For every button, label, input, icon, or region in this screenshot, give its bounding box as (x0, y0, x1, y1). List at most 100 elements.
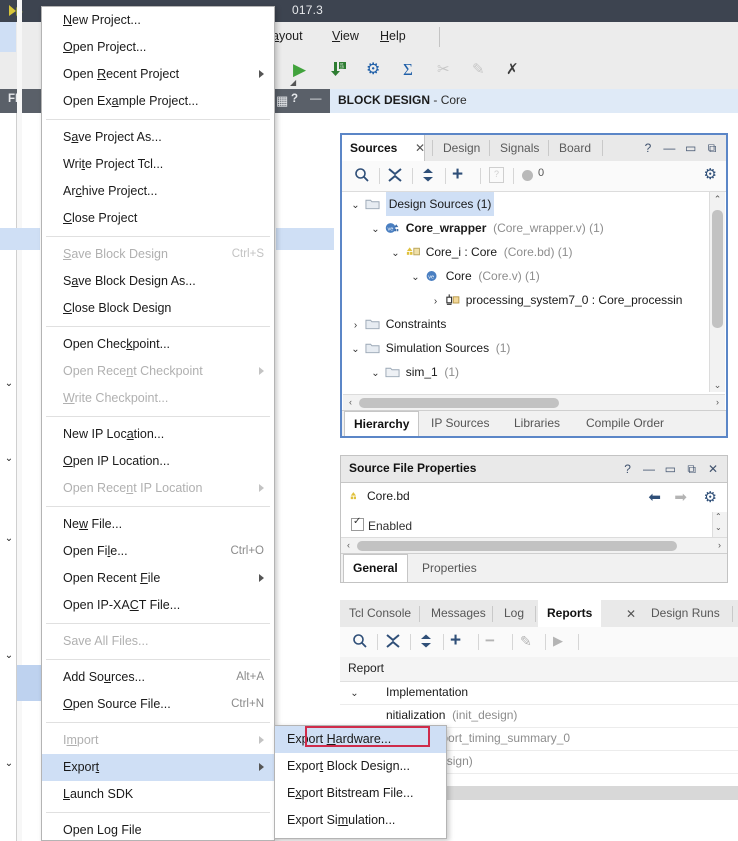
chevron-down-icon[interactable]: ⌄ (348, 682, 361, 705)
tree-row-core-i[interactable]: ⌄ Core_i : Core (Core.bd) (1) (343, 240, 709, 264)
menu-item-open-recent-project[interactable]: Open Recent Project (42, 61, 274, 88)
report-row-implementation[interactable]: ⌄ Implementation (340, 681, 738, 705)
chevron-down-icon[interactable]: ⌄ (3, 758, 15, 770)
settings-gear-icon[interactable]: ⚙ (366, 61, 380, 78)
scroll-left-icon[interactable]: ‹ (341, 538, 356, 552)
chevron-right-icon[interactable]: › (429, 290, 442, 314)
scroll-thumb[interactable] (359, 398, 559, 408)
chevron-down-icon[interactable]: ⌄ (409, 266, 422, 290)
sum-sigma-icon[interactable]: Σ (403, 61, 413, 78)
menu-item-save-project-as[interactable]: Save Project As... (42, 124, 274, 151)
help-icon[interactable]: ? (619, 461, 637, 477)
properties-vertical-scrollbar[interactable]: ⌃ ⌄ (712, 512, 727, 537)
tab-signals[interactable]: Signals (492, 135, 547, 161)
expand-all-icon[interactable] (418, 633, 434, 649)
scroll-right-icon[interactable]: › (712, 538, 727, 552)
tab-libraries[interactable]: Libraries (505, 411, 569, 436)
chevron-down-icon[interactable]: ⌄ (369, 362, 382, 386)
enabled-checkbox-row[interactable]: Enabled (351, 516, 412, 533)
chevron-down-icon[interactable]: ⌄ (349, 338, 362, 362)
tab-ip-sources[interactable]: IP Sources (422, 411, 498, 436)
chevron-down-icon[interactable]: ⌄ (3, 533, 15, 545)
maximize-icon[interactable]: ▭ (661, 461, 679, 477)
search-icon[interactable] (352, 633, 368, 649)
chevron-down-icon[interactable]: ⌄ (349, 194, 362, 218)
menu-item-open-project[interactable]: Open Project... (42, 34, 274, 61)
tab-board[interactable]: Board (551, 135, 599, 161)
menu-item-open-example-project[interactable]: Open Example Project... (42, 88, 274, 115)
cross-tool-icon[interactable]: ✗ (506, 61, 519, 78)
search-icon[interactable] (354, 167, 370, 183)
float-icon[interactable]: ⧉ (703, 140, 721, 156)
sources-vertical-scrollbar[interactable]: ⌃ ⌄ (709, 192, 725, 392)
scroll-thumb[interactable] (357, 541, 677, 551)
menu-item-archive-project[interactable]: Archive Project... (42, 178, 274, 205)
menu-item-open-checkpoint[interactable]: Open Checkpoint... (42, 331, 274, 358)
scroll-down-icon[interactable]: ⌄ (710, 378, 725, 392)
menubar-item-view[interactable]: View (332, 29, 359, 43)
scroll-up-icon[interactable]: ⌃ (710, 192, 725, 206)
scroll-right-icon[interactable]: › (710, 395, 725, 409)
menu-item-export[interactable]: Export (42, 754, 274, 781)
menu-item-new-project[interactable]: New Project... (42, 7, 274, 34)
tab-hierarchy[interactable]: Hierarchy (344, 411, 420, 436)
gear-icon[interactable]: ⚙ (704, 488, 717, 506)
chevron-right-icon[interactable]: › (349, 314, 362, 338)
menu-item-open-recent-file[interactable]: Open Recent File (42, 565, 274, 592)
scroll-up-icon[interactable]: ⌃ (715, 512, 722, 521)
tab-reports[interactable]: Reports (538, 600, 602, 627)
collapse-all-icon[interactable] (385, 633, 401, 649)
chevron-down-icon[interactable]: ⌄ (389, 242, 402, 266)
close-icon[interactable]: ✕ (704, 461, 722, 477)
expand-all-icon[interactable] (420, 167, 436, 183)
chevron-down-icon[interactable]: ⌄ (3, 378, 15, 390)
tab-design[interactable]: Design (435, 135, 488, 161)
menu-item-open-ip-location[interactable]: Open IP Location... (42, 448, 274, 475)
menubar-item-help[interactable]: Help (380, 29, 406, 43)
tab-design-runs[interactable]: Design Runs (642, 600, 729, 627)
tab-tcl-console[interactable]: Tcl Console (340, 600, 420, 627)
tree-row-processing-system[interactable]: › processing_system7_0 : Core_processin (343, 288, 709, 312)
chevron-down-icon[interactable]: ⌄ (369, 218, 382, 242)
help-icon[interactable]: ? (291, 93, 298, 105)
menu-item-write-project-tcl[interactable]: Write Project Tcl... (42, 151, 274, 178)
tree-row-core-wrapper[interactable]: ⌄ ve Core_wrapper (Core_wrapper.v) (1) (343, 216, 709, 240)
menu-item-save-block-design-as[interactable]: Save Block Design As... (42, 268, 274, 295)
tab-log[interactable]: Log (495, 600, 533, 627)
tab-compile-order[interactable]: Compile Order (577, 411, 673, 436)
tab-messages[interactable]: Messages (422, 600, 495, 627)
chevron-down-icon[interactable]: ⌄ (3, 453, 15, 465)
menu-item-open-ip-xact-file[interactable]: Open IP-XACT File... (42, 592, 274, 619)
menu-item-launch-sdk[interactable]: Launch SDK (42, 781, 274, 808)
tree-row-design-sources[interactable]: ⌄ Design Sources (1) (343, 192, 709, 216)
scroll-left-icon[interactable]: ‹ (343, 395, 358, 409)
tree-row-sim-1[interactable]: ⌄ sim_1 (1) (343, 360, 709, 384)
menu-item-close-project[interactable]: Close Project (42, 205, 274, 232)
run-dropdown-icon[interactable]: ◢ (290, 78, 296, 87)
menu-item-open-file[interactable]: Open File... Ctrl+O (42, 538, 274, 565)
tab-sources-close-icon[interactable]: ✕ (414, 141, 426, 155)
submenu-item-export-block-design[interactable]: Export Block Design... (275, 753, 446, 780)
scroll-down-icon[interactable]: ⌄ (715, 523, 722, 532)
minimize-icon[interactable]: — (660, 140, 678, 156)
tree-row-core[interactable]: ⌄ ve Core (Core.v) (1) (343, 264, 709, 288)
maximize-icon[interactable]: ▭ (682, 140, 700, 156)
add-icon[interactable]: + (450, 631, 461, 650)
sources-horizontal-scrollbar[interactable]: ‹ › (343, 394, 725, 410)
menu-item-open-log-file[interactable]: Open Log File (42, 817, 274, 841)
submenu-item-export-hardware[interactable]: Export Hardware... (275, 726, 446, 753)
menu-item-close-block-design[interactable]: Close Block Design (42, 295, 274, 322)
minimize-icon[interactable]: — (310, 93, 322, 105)
menu-item-open-source-file[interactable]: Open Source File... Ctrl+N (42, 691, 274, 718)
minimize-icon[interactable]: — (640, 461, 658, 477)
tree-row-constraints[interactable]: › Constraints (343, 312, 709, 336)
run-synthesis-icon[interactable]: ▶ (293, 61, 306, 78)
grid-icon[interactable]: ▦ (276, 93, 288, 109)
gear-icon[interactable]: ⚙ (704, 167, 717, 183)
tab-reports-close-icon[interactable]: ✕ (625, 607, 637, 621)
enabled-checkbox[interactable] (351, 516, 364, 531)
properties-horizontal-scrollbar[interactable]: ‹ › (341, 537, 727, 553)
collapse-all-icon[interactable] (387, 167, 403, 183)
help-icon[interactable]: ? (639, 140, 657, 156)
arrow-left-icon[interactable]: ⬅ (648, 488, 661, 506)
